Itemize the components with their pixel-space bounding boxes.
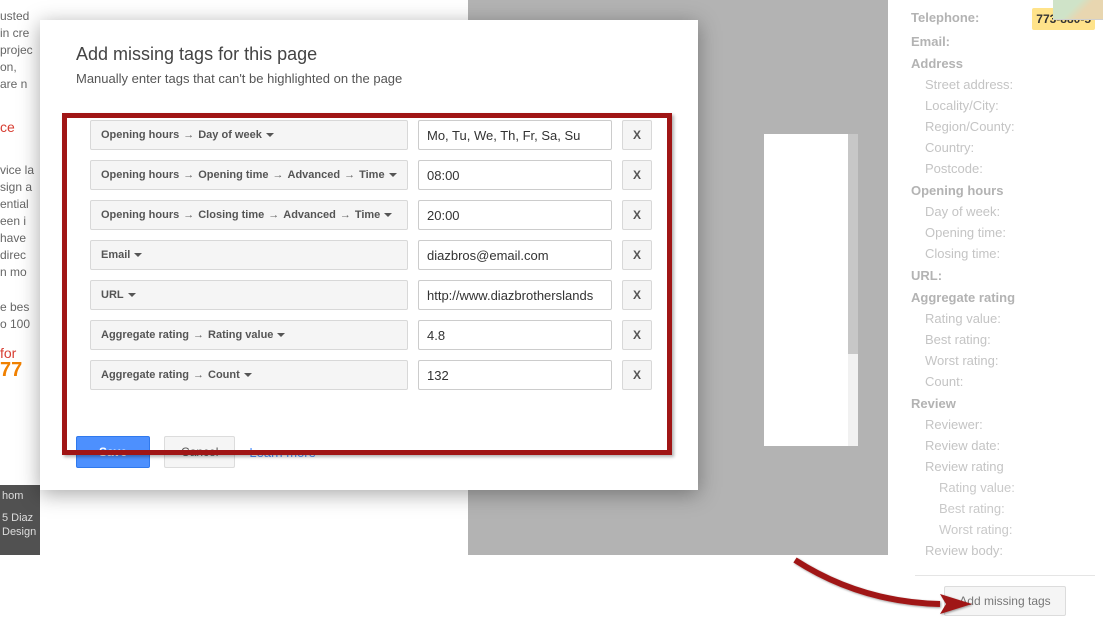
caret-down-icon [266,133,274,137]
tag-value-input[interactable] [418,160,612,190]
arrow-icon: → [340,169,359,181]
caret-down-icon [128,293,136,297]
delete-row-button[interactable]: X [622,320,652,350]
tag-row: Aggregate rating→Rating valueX [90,320,648,350]
save-button[interactable]: Save [76,436,150,468]
delete-row-button[interactable]: X [622,160,652,190]
background-footer-fragment: hom 5 Diaz Design [0,485,40,555]
delete-row-button[interactable]: X [622,200,652,230]
tag-row: Opening hours→Closing time→Advanced→Time… [90,200,648,230]
arrow-icon: → [264,209,283,221]
cancel-button[interactable]: Cancel [164,436,235,468]
opening-hours-label: Opening hours [911,181,1095,201]
tag-path-dropdown[interactable]: Aggregate rating→Rating value [90,320,408,350]
tag-value-input[interactable] [418,200,612,230]
email-label: Email: [911,32,1095,52]
map-thumbnail [1053,0,1103,20]
arrow-icon: → [189,329,208,341]
modal-title: Add missing tags for this page [76,44,662,65]
tags-rows-container: Opening hours→Day of weekXOpening hours→… [76,104,662,418]
delete-row-button[interactable]: X [622,280,652,310]
aggregate-rating-label: Aggregate rating [911,288,1095,308]
delete-row-button[interactable]: X [622,120,652,150]
tag-path-dropdown[interactable]: Email [90,240,408,270]
tag-path-dropdown[interactable]: Opening hours→Day of week [90,120,408,150]
telephone-label: Telephone: [911,8,979,30]
tag-row: Opening hours→Opening time→Advanced→Time… [90,160,648,190]
modal-subtitle: Manually enter tags that can't be highli… [76,71,662,86]
review-label: Review [911,394,1095,414]
tags-sidebar: Telephone: 773-880-5 Email: Address Stre… [903,0,1103,628]
add-missing-tags-modal: Add missing tags for this page Manually … [40,20,698,490]
caret-down-icon [277,333,285,337]
tag-row: Opening hours→Day of weekX [90,120,648,150]
tag-value-input[interactable] [418,240,612,270]
tag-value-input[interactable] [418,280,612,310]
arrow-icon: → [179,129,198,141]
arrow-icon: → [189,369,208,381]
tag-path-dropdown[interactable]: Aggregate rating→Count [90,360,408,390]
caret-down-icon [384,213,392,217]
caret-down-icon [134,253,142,257]
tag-row: URLX [90,280,648,310]
caret-down-icon [389,173,397,177]
url-label: URL: [911,266,1095,286]
tag-value-input[interactable] [418,120,612,150]
tag-row: Aggregate rating→CountX [90,360,648,390]
learn-more-link[interactable]: Learn more [249,445,315,460]
arrow-icon: → [179,209,198,221]
arrow-icon: → [336,209,355,221]
tag-path-dropdown[interactable]: Opening hours→Closing time→Advanced→Time [90,200,408,230]
address-label: Address [911,54,1095,74]
arrow-icon: → [179,169,198,181]
delete-row-button[interactable]: X [622,240,652,270]
tag-value-input[interactable] [418,360,612,390]
tag-row: EmailX [90,240,648,270]
background-left-fragment: usted in cre projec on, are n ce vice la… [0,0,40,500]
arrow-icon: → [269,169,288,181]
tag-value-input[interactable] [418,320,612,350]
scrollbar[interactable] [848,134,858,446]
tag-path-dropdown[interactable]: Opening hours→Opening time→Advanced→Time [90,160,408,190]
tag-path-dropdown[interactable]: URL [90,280,408,310]
delete-row-button[interactable]: X [622,360,652,390]
add-missing-tags-button[interactable]: Add missing tags [944,586,1065,616]
caret-down-icon [244,373,252,377]
